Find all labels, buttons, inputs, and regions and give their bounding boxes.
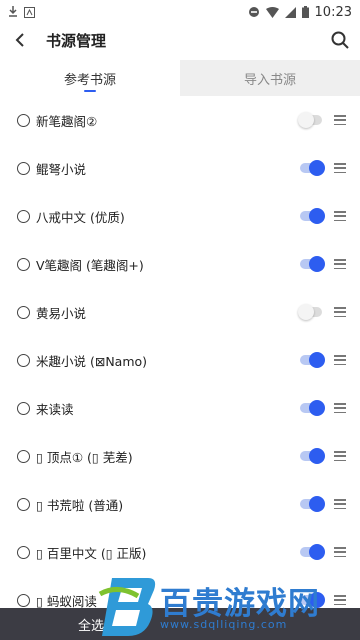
toggle-knob (309, 544, 325, 560)
battery-icon (301, 6, 309, 18)
source-row[interactable]: 鲲弩小说 (0, 144, 360, 192)
source-name: 黄易小说 (36, 305, 87, 321)
source-row[interactable]: 新笔趣阁② (0, 96, 360, 144)
enable-toggle[interactable] (298, 304, 322, 320)
source-row[interactable]: 来读读 (0, 384, 360, 432)
drag-handle-icon[interactable] (334, 595, 346, 605)
tab-import-sources[interactable]: 导入书源 (180, 60, 360, 96)
source-row[interactable]: ▯ 书荒啦 (普通) (0, 480, 360, 528)
source-tabs: 参考书源 导入书源 (0, 60, 360, 96)
signal-icon (284, 6, 296, 18)
drag-handle-icon[interactable] (334, 451, 346, 461)
select-radio[interactable] (17, 449, 30, 463)
source-row[interactable]: ▯ 百里中文 (▯ 正版) (0, 528, 360, 576)
enable-toggle[interactable] (300, 208, 325, 224)
select-radio[interactable] (17, 305, 30, 319)
tab-label: 参考书源 (63, 72, 116, 88)
select-radio[interactable] (17, 593, 30, 607)
toggle-knob (298, 304, 314, 320)
source-name: 新笔趣阁② (36, 113, 98, 129)
active-tab-indicator (84, 90, 96, 92)
tab-reference-sources[interactable]: 参考书源 (0, 60, 180, 96)
drag-handle-icon[interactable] (334, 259, 346, 269)
enable-toggle[interactable] (300, 160, 325, 176)
source-name: 鲲弩小说 (36, 161, 87, 177)
source-name: 八戒中文 (优质) (36, 209, 125, 225)
app-notification-icon (24, 6, 35, 18)
toggle-knob (309, 208, 325, 224)
dnd-icon (248, 7, 259, 17)
toggle-knob (309, 496, 325, 512)
toggle-knob (309, 256, 325, 272)
toggle-knob (309, 592, 325, 608)
enable-toggle[interactable] (300, 448, 325, 464)
wifi-icon (265, 6, 279, 18)
enable-toggle[interactable] (300, 400, 325, 416)
app-bar: 书源管理 (0, 24, 360, 56)
status-bar: 10:23 (0, 0, 360, 24)
toggle-knob (298, 112, 314, 128)
select-radio[interactable] (17, 545, 30, 559)
source-row[interactable]: 黄易小说 (0, 288, 360, 336)
drag-handle-icon[interactable] (334, 211, 346, 221)
drag-handle-icon[interactable] (334, 307, 346, 317)
select-radio[interactable] (17, 209, 30, 223)
search-button[interactable] (320, 24, 360, 56)
back-arrow-icon (15, 33, 24, 47)
source-name: 来读读 (36, 401, 74, 417)
select-radio[interactable] (17, 161, 30, 175)
source-row[interactable]: V笔趣阁 (笔趣阁+) (0, 240, 360, 288)
source-row[interactable]: ▯ 顶点① (▯ 芜差) (0, 432, 360, 480)
source-name: ▯ 蚂蚁阅读 (36, 593, 97, 609)
drag-handle-icon[interactable] (334, 403, 346, 413)
select-radio[interactable] (17, 257, 30, 271)
notification-icons (0, 6, 35, 18)
bottom-action-bar: 全选 (0, 608, 360, 640)
drag-handle-icon[interactable] (334, 499, 346, 509)
source-name: 米趣小说 (⊠Namo) (36, 353, 148, 369)
toggle-knob (309, 352, 325, 368)
enable-toggle[interactable] (300, 544, 325, 560)
select-radio[interactable] (17, 113, 30, 127)
select-all-button[interactable]: 全选 (78, 615, 104, 634)
drag-handle-icon[interactable] (334, 547, 346, 557)
page-title: 书源管理 (46, 31, 107, 50)
back-button[interactable] (0, 24, 40, 56)
source-name: ▯ 书荒啦 (普通) (36, 497, 124, 513)
toggle-knob (309, 160, 325, 176)
enable-toggle[interactable] (300, 256, 325, 272)
source-row[interactable]: 米趣小说 (⊠Namo) (0, 336, 360, 384)
source-name: ▯ 顶点① (▯ 芜差) (36, 449, 133, 465)
enable-toggle[interactable] (300, 592, 325, 608)
toggle-knob (309, 448, 325, 464)
status-time: 10:23 (314, 4, 352, 20)
select-radio[interactable] (17, 497, 30, 511)
tab-label: 导入书源 (243, 72, 296, 88)
select-radio[interactable] (17, 353, 30, 367)
source-list: 新笔趣阁② 鲲弩小说八戒中文 (优质) V笔趣阁 (笔趣阁+) 黄易小说米趣小说 (⊠… (0, 96, 360, 624)
select-radio[interactable] (17, 401, 30, 415)
source-name: ▯ 百里中文 (▯ 正版) (36, 545, 147, 561)
search-icon (331, 31, 349, 49)
drag-handle-icon[interactable] (334, 163, 346, 173)
enable-toggle[interactable] (300, 496, 325, 512)
drag-handle-icon[interactable] (334, 115, 346, 125)
drag-handle-icon[interactable] (334, 355, 346, 365)
toggle-knob (309, 400, 325, 416)
download-icon (9, 6, 17, 17)
source-name: V笔趣阁 (笔趣阁+) (36, 257, 144, 273)
source-row[interactable]: 八戒中文 (优质) (0, 192, 360, 240)
enable-toggle[interactable] (300, 352, 325, 368)
enable-toggle[interactable] (298, 112, 322, 128)
